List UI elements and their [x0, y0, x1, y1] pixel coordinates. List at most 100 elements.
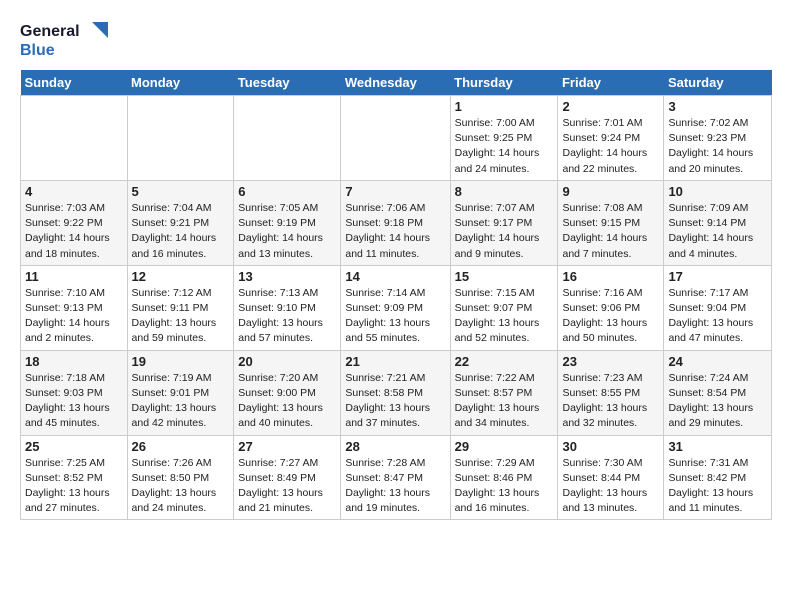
calendar-cell: 5Sunrise: 7:04 AM Sunset: 9:21 PM Daylig…	[127, 180, 234, 265]
calendar-cell: 26Sunrise: 7:26 AM Sunset: 8:50 PM Dayli…	[127, 435, 234, 520]
weekday-header-row: SundayMondayTuesdayWednesdayThursdayFrid…	[21, 70, 772, 96]
day-number: 7	[345, 184, 445, 199]
calendar-cell: 29 Sunrise: 7:29 AM Sunset: 8:46 PM Dayli…	[450, 435, 558, 520]
day-number: 8	[455, 184, 554, 199]
day-info: Sunrise: 7:10 AM Sunset: 9:13 PM Dayligh…	[25, 286, 123, 347]
day-info: Sunrise: 7:05 AM Sunset: 9:19 PM Dayligh…	[238, 201, 336, 262]
day-number: 13	[238, 269, 336, 284]
day-number: 2	[562, 99, 659, 114]
day-number: 21	[345, 354, 445, 369]
day-number: 28	[345, 439, 445, 454]
calendar-cell: 22Sunrise: 7:22 AM Sunset: 8:57 PM Dayli…	[450, 350, 558, 435]
day-info: Sunrise: 7:24 AM Sunset: 8:54 PM Dayligh…	[668, 371, 767, 432]
svg-text:General: General	[20, 23, 80, 40]
day-number: 12	[132, 269, 230, 284]
day-number: 18	[25, 354, 123, 369]
day-info: Sunrise: 7:17 AM Sunset: 9:04 PM Dayligh…	[668, 286, 767, 347]
day-number: 29	[455, 439, 554, 454]
day-info: Sunrise: 7:28 AM Sunset: 8:47 PM Dayligh…	[345, 456, 445, 517]
calendar-week-row: 25 Sunrise: 7:25 AM Sunset: 8:52 PM Dayli…	[21, 435, 772, 520]
calendar-cell: 2 Sunrise: 7:01 AM Sunset: 9:24 PM Daylig…	[558, 96, 664, 181]
calendar-cell: 15Sunrise: 7:15 AM Sunset: 9:07 PM Dayli…	[450, 265, 558, 350]
day-number: 6	[238, 184, 336, 199]
calendar-cell: 18Sunrise: 7:18 AM Sunset: 9:03 PM Dayli…	[21, 350, 128, 435]
day-number: 16	[562, 269, 659, 284]
calendar-cell: 4 Sunrise: 7:03 AM Sunset: 9:22 PM Daylig…	[21, 180, 128, 265]
logo: General Blue	[20, 20, 110, 60]
day-number: 24	[668, 354, 767, 369]
calendar-cell: 23Sunrise: 7:23 AM Sunset: 8:55 PM Dayli…	[558, 350, 664, 435]
weekday-header-monday: Monday	[127, 70, 234, 96]
day-number: 11	[25, 269, 123, 284]
day-info: Sunrise: 7:15 AM Sunset: 9:07 PM Dayligh…	[455, 286, 554, 347]
day-number: 1	[455, 99, 554, 114]
day-number: 3	[668, 99, 767, 114]
day-info: Sunrise: 7:09 AM Sunset: 9:14 PM Dayligh…	[668, 201, 767, 262]
day-number: 10	[668, 184, 767, 199]
day-info: Sunrise: 7:27 AM Sunset: 8:49 PM Dayligh…	[238, 456, 336, 517]
weekday-header-sunday: Sunday	[21, 70, 128, 96]
day-number: 25	[25, 439, 123, 454]
day-info: Sunrise: 7:25 AM Sunset: 8:52 PM Dayligh…	[25, 456, 123, 517]
calendar-cell: 9Sunrise: 7:08 AM Sunset: 9:15 PM Daylig…	[558, 180, 664, 265]
weekday-header-saturday: Saturday	[664, 70, 772, 96]
day-number: 26	[132, 439, 230, 454]
calendar-cell: 6 Sunrise: 7:05 AM Sunset: 9:19 PM Daylig…	[234, 180, 341, 265]
day-number: 20	[238, 354, 336, 369]
day-number: 17	[668, 269, 767, 284]
calendar-cell: 17 Sunrise: 7:17 AM Sunset: 9:04 PM Dayli…	[664, 265, 772, 350]
page-header: General Blue	[20, 20, 772, 60]
day-info: Sunrise: 7:02 AM Sunset: 9:23 PM Dayligh…	[668, 116, 767, 177]
calendar-cell: 10 Sunrise: 7:09 AM Sunset: 9:14 PM Dayli…	[664, 180, 772, 265]
weekday-header-wednesday: Wednesday	[341, 70, 450, 96]
calendar-cell: 12 Sunrise: 7:12 AM Sunset: 9:11 PM Dayli…	[127, 265, 234, 350]
day-info: Sunrise: 7:03 AM Sunset: 9:22 PM Dayligh…	[25, 201, 123, 262]
calendar-cell	[127, 96, 234, 181]
day-info: Sunrise: 7:30 AM Sunset: 8:44 PM Dayligh…	[562, 456, 659, 517]
calendar-cell: 20 Sunrise: 7:20 AM Sunset: 9:00 PM Dayli…	[234, 350, 341, 435]
day-number: 30	[562, 439, 659, 454]
day-number: 19	[132, 354, 230, 369]
svg-text:Blue: Blue	[20, 42, 55, 59]
weekday-header-thursday: Thursday	[450, 70, 558, 96]
weekday-header-friday: Friday	[558, 70, 664, 96]
calendar-week-row: 11 Sunrise: 7:10 AM Sunset: 9:13 PM Dayli…	[21, 265, 772, 350]
day-info: Sunrise: 7:23 AM Sunset: 8:55 PM Dayligh…	[562, 371, 659, 432]
calendar-cell: 25 Sunrise: 7:25 AM Sunset: 8:52 PM Dayli…	[21, 435, 128, 520]
day-info: Sunrise: 7:29 AM Sunset: 8:46 PM Dayligh…	[455, 456, 554, 517]
calendar-cell: 8Sunrise: 7:07 AM Sunset: 9:17 PM Daylig…	[450, 180, 558, 265]
day-info: Sunrise: 7:00 AM Sunset: 9:25 PM Dayligh…	[455, 116, 554, 177]
day-info: Sunrise: 7:06 AM Sunset: 9:18 PM Dayligh…	[345, 201, 445, 262]
calendar-cell	[21, 96, 128, 181]
calendar-cell	[341, 96, 450, 181]
logo-svg: General Blue	[20, 20, 110, 60]
day-info: Sunrise: 7:01 AM Sunset: 9:24 PM Dayligh…	[562, 116, 659, 177]
day-number: 27	[238, 439, 336, 454]
day-number: 4	[25, 184, 123, 199]
day-info: Sunrise: 7:20 AM Sunset: 9:00 PM Dayligh…	[238, 371, 336, 432]
calendar-cell: 3 Sunrise: 7:02 AM Sunset: 9:23 PM Daylig…	[664, 96, 772, 181]
calendar-cell: 14Sunrise: 7:14 AM Sunset: 9:09 PM Dayli…	[341, 265, 450, 350]
day-number: 9	[562, 184, 659, 199]
calendar-week-row: 18Sunrise: 7:18 AM Sunset: 9:03 PM Dayli…	[21, 350, 772, 435]
day-info: Sunrise: 7:12 AM Sunset: 9:11 PM Dayligh…	[132, 286, 230, 347]
calendar-cell	[234, 96, 341, 181]
day-number: 5	[132, 184, 230, 199]
calendar-cell: 28 Sunrise: 7:28 AM Sunset: 8:47 PM Dayli…	[341, 435, 450, 520]
day-info: Sunrise: 7:31 AM Sunset: 8:42 PM Dayligh…	[668, 456, 767, 517]
calendar-week-row: 1 Sunrise: 7:00 AM Sunset: 9:25 PM Daylig…	[21, 96, 772, 181]
calendar-cell: 13Sunrise: 7:13 AM Sunset: 9:10 PM Dayli…	[234, 265, 341, 350]
day-number: 22	[455, 354, 554, 369]
weekday-header-tuesday: Tuesday	[234, 70, 341, 96]
calendar-table: SundayMondayTuesdayWednesdayThursdayFrid…	[20, 70, 772, 520]
day-info: Sunrise: 7:21 AM Sunset: 8:58 PM Dayligh…	[345, 371, 445, 432]
calendar-cell: 16Sunrise: 7:16 AM Sunset: 9:06 PM Dayli…	[558, 265, 664, 350]
day-number: 14	[345, 269, 445, 284]
calendar-cell: 1 Sunrise: 7:00 AM Sunset: 9:25 PM Daylig…	[450, 96, 558, 181]
calendar-cell: 19Sunrise: 7:19 AM Sunset: 9:01 PM Dayli…	[127, 350, 234, 435]
calendar-cell: 30 Sunrise: 7:30 AM Sunset: 8:44 PM Dayli…	[558, 435, 664, 520]
calendar-cell: 24 Sunrise: 7:24 AM Sunset: 8:54 PM Dayli…	[664, 350, 772, 435]
day-number: 31	[668, 439, 767, 454]
calendar-week-row: 4 Sunrise: 7:03 AM Sunset: 9:22 PM Daylig…	[21, 180, 772, 265]
calendar-cell: 11 Sunrise: 7:10 AM Sunset: 9:13 PM Dayli…	[21, 265, 128, 350]
